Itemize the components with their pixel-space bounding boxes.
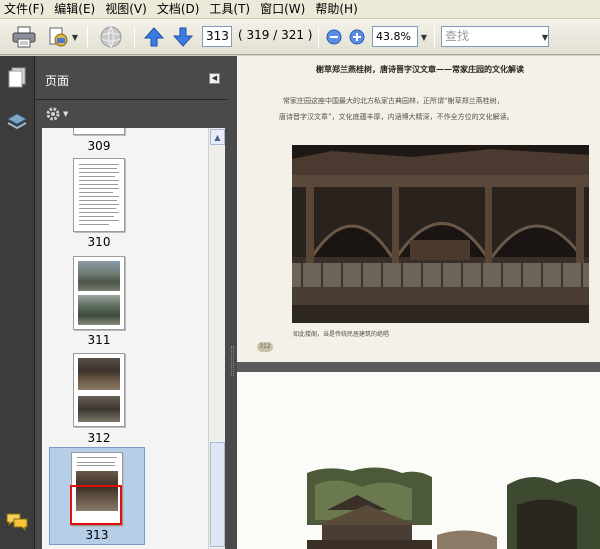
panel-header: 页面 ◀ <box>35 56 228 100</box>
zoom-dropdown-arrow[interactable]: ▼ <box>418 24 430 50</box>
previous-page-button[interactable] <box>143 24 165 50</box>
page-thumbnail-309[interactable] <box>73 128 125 135</box>
menu-file[interactable]: 文件(F) <box>0 0 49 19</box>
photo-caption: 如此楼阁，当是传统民居建筑的绝唱 <box>293 331 390 338</box>
splitter-grip[interactable] <box>231 346 234 376</box>
thumbnail-photo <box>78 295 120 325</box>
printer-icon <box>12 26 36 48</box>
document-page <box>237 372 600 549</box>
chevron-down-icon: ▼ <box>63 110 69 118</box>
thumbnail-label: 313 <box>85 528 109 542</box>
triangle-left-icon: ◀ <box>211 74 218 82</box>
navigation-rail <box>0 56 35 549</box>
document-attach-icon <box>49 27 68 47</box>
toolbar-separator <box>134 26 135 48</box>
toolbar-separator <box>87 26 88 48</box>
menu-window[interactable]: 窗口(W) <box>255 0 310 19</box>
page-number-input[interactable]: 313 <box>202 26 232 47</box>
chevron-down-icon: ▼ <box>541 32 549 42</box>
zoom-in-button[interactable] <box>348 24 366 50</box>
thumbnail-scrollbar[interactable]: ▲ <box>208 128 225 549</box>
toolbar: ▼ 313 ( 319 / 321 ) 43.8% ▼ 查找 ▼ <box>0 19 600 55</box>
page-thumbnail-312[interactable] <box>73 353 125 427</box>
layers-icon <box>6 113 28 130</box>
page-thumbnail-311[interactable] <box>73 256 125 330</box>
plus-circle-icon <box>349 29 365 45</box>
globe-icon <box>100 26 122 48</box>
options-button[interactable]: ▼ <box>45 106 68 122</box>
chevron-down-icon: ▼ <box>420 32 428 42</box>
toolbar-separator <box>434 26 435 48</box>
arrow-down-icon <box>173 27 193 47</box>
menu-bar: 文件(F) 编辑(E) 视图(V) 文档(D) 工具(T) 窗口(W) 帮助(H… <box>0 0 600 19</box>
speech-bubbles-icon <box>6 513 28 532</box>
panel-gutter <box>35 128 42 549</box>
visible-area-marker[interactable] <box>70 485 122 525</box>
pavilion-photo <box>292 145 589 323</box>
thumbnail-photo <box>78 358 120 390</box>
page-paragraph-line: 常家庄园这座中国最大的北方私家古典园林，正所谓“榭草郑兰燕桂树， <box>283 97 504 105</box>
pdf-reader-window: 文件(F) 编辑(E) 视图(V) 文档(D) 工具(T) 窗口(W) 帮助(H… <box>0 0 600 549</box>
minus-circle-icon <box>326 29 342 45</box>
menu-view[interactable]: 视图(V) <box>100 0 152 19</box>
tree-photo <box>307 465 600 549</box>
thumbnail-label: 311 <box>87 333 111 347</box>
menu-tools[interactable]: 工具(T) <box>204 0 255 19</box>
toolbar-separator <box>318 26 319 48</box>
pages-panel-button[interactable] <box>5 66 29 90</box>
collapse-panel-button[interactable]: ◀ <box>209 73 220 84</box>
search-input[interactable]: 查找 <box>441 26 549 47</box>
menu-document[interactable]: 文档(D) <box>152 0 205 19</box>
layers-panel-button[interactable] <box>5 110 29 134</box>
page-count-label: ( 319 / 321 ) <box>238 28 313 42</box>
next-page-button[interactable] <box>172 24 194 50</box>
page-heading: 榭草郑兰燕桂树，唐诗晋字汉文章——常家庄园的文化解读 <box>316 64 524 74</box>
thumbnail-photo <box>78 396 120 422</box>
panel-title: 页面 <box>45 74 70 88</box>
thumbnail-label: 310 <box>87 235 111 249</box>
page-paragraph-line: 唐诗晋字汉文章”，文化底蕴丰厚，内涵博大精深，不作全方位的文化解读。 <box>279 113 514 121</box>
search-dropdown-arrow[interactable]: ▼ <box>539 24 551 50</box>
triangle-up-icon: ▲ <box>214 132 221 142</box>
thumbnail-photo <box>78 261 120 291</box>
gear-icon <box>46 107 60 121</box>
thumbnail-label: 312 <box>87 431 111 445</box>
web-button[interactable] <box>97 24 125 50</box>
comments-panel-button[interactable] <box>5 510 29 534</box>
scroll-up-button[interactable]: ▲ <box>210 129 225 145</box>
email-dropdown-arrow[interactable]: ▼ <box>70 24 80 50</box>
arrow-up-icon <box>144 27 164 47</box>
page-number-mark: 312 <box>257 342 273 352</box>
document-view[interactable]: 榭草郑兰燕桂树，唐诗晋字汉文章——常家庄园的文化解读 常家庄园这座中国最大的北方… <box>237 56 600 549</box>
page-thumbnail-310[interactable] <box>73 158 125 232</box>
chevron-down-icon: ▼ <box>71 32 79 42</box>
thumbnail-options-bar: ▼ <box>35 100 228 128</box>
scrollbar-thumb[interactable] <box>210 442 225 547</box>
zoom-out-button[interactable] <box>325 24 343 50</box>
menu-help[interactable]: 帮助(H) <box>310 0 362 19</box>
document-page: 榭草郑兰燕桂树，唐诗晋字汉文章——常家庄园的文化解读 常家庄园这座中国最大的北方… <box>237 56 600 362</box>
print-button[interactable] <box>10 24 38 50</box>
zoom-level-input[interactable]: 43.8% <box>372 26 418 47</box>
pages-icon <box>8 67 26 88</box>
menu-edit[interactable]: 编辑(E) <box>49 0 100 19</box>
thumbnail-label: 309 <box>87 139 111 153</box>
panel-splitter[interactable] <box>228 56 237 549</box>
email-button[interactable] <box>46 24 70 50</box>
